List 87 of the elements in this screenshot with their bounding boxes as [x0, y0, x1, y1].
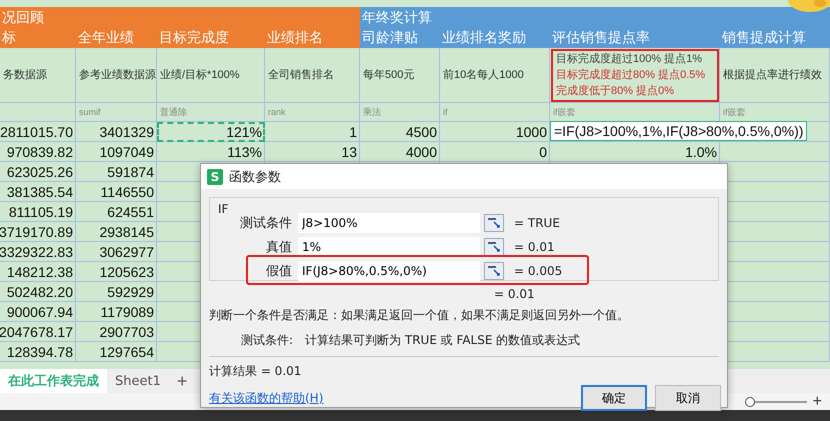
- table-cell: 128394.78: [0, 342, 76, 362]
- argument-help: 计算结果可判断为 TRUE 或 FALSE 的数值或表达式: [305, 332, 580, 349]
- argument-result: = TRUE: [514, 216, 560, 230]
- table-cell: 1146550: [76, 182, 157, 202]
- calculation-result: 计算结果 = 0.01: [209, 363, 302, 380]
- table-cell: 0: [440, 142, 550, 162]
- table-cell: 121%: [157, 122, 265, 142]
- table-cell: 3062977: [76, 242, 157, 262]
- function-name: IF: [218, 202, 228, 216]
- table-cell: 623025.26: [0, 162, 76, 182]
- description-line: 业绩/目标*100%: [160, 68, 240, 83]
- table-cell: 2811015.70: [0, 122, 76, 142]
- table-cell: 113%: [157, 142, 265, 162]
- collapse-dialog-icon[interactable]: [484, 238, 504, 256]
- formula-hint: if嵌套: [723, 106, 746, 118]
- table-cell: 3401329: [76, 122, 157, 142]
- sheet-tab[interactable]: Sheet1: [107, 369, 169, 393]
- description-line: 前10名每人1000: [443, 68, 524, 83]
- description-line: 目标完成度超过80% 提点0.5%: [556, 68, 706, 83]
- argument-label: 测试条件: [239, 214, 293, 232]
- argument-help-label: 测试条件:: [241, 332, 294, 349]
- formula-editor-cell[interactable]: =IF(J8>100%,1%,IF(J8>80%,0.5%,0%)): [550, 121, 808, 141]
- formula-hint: rank: [268, 107, 286, 117]
- argument-result: = 0.01: [514, 240, 555, 254]
- description-line: 完成度低于80% 提点0%: [556, 84, 674, 99]
- table-cell: 1.0%: [550, 142, 720, 162]
- argument-input[interactable]: 1%: [298, 236, 480, 256]
- table-cell: 1179089: [76, 302, 157, 322]
- column-header: 标: [0, 28, 76, 48]
- formula-hint: 普通除: [160, 106, 187, 118]
- table-cell: 4000: [360, 142, 440, 162]
- table-cell: 624551: [76, 202, 157, 222]
- argument-result: = 0.005: [514, 264, 562, 278]
- add-sheet-button[interactable]: +: [168, 369, 196, 393]
- column-header: 全年业绩: [76, 28, 157, 48]
- dialog-button[interactable]: 取消: [655, 385, 721, 411]
- column-header: 目标完成度: [157, 28, 265, 48]
- column-header: 销售提成计算: [720, 28, 830, 48]
- column-header: 评估销售提点率: [550, 28, 720, 48]
- description-line: 参考业绩数据源: [79, 68, 156, 83]
- description-line: 全司销售排名: [268, 68, 334, 83]
- formula-hint: if嵌套: [553, 106, 576, 118]
- zoom-in-button[interactable]: +: [812, 392, 822, 410]
- table-cell: 2938145: [76, 222, 157, 242]
- table-cell: 4500: [360, 122, 440, 142]
- argument-label: 真值: [265, 238, 293, 256]
- collapse-dialog-icon[interactable]: [484, 214, 504, 232]
- sticker-drawing: [788, 0, 830, 12]
- table-cell: 1297654: [76, 342, 157, 362]
- table-cell: 381385.54: [0, 182, 76, 202]
- argument-label: 假值: [265, 262, 293, 280]
- table-cell: 811105.19: [0, 202, 76, 222]
- formula-hint: sumif: [79, 107, 101, 117]
- formula-hint: 乘法: [363, 106, 381, 118]
- table-cell: 3719170.89: [0, 222, 76, 242]
- help-link[interactable]: 有关该函数的帮助(H): [209, 390, 573, 406]
- description-line: 目标完成度超过100% 提点1%: [556, 52, 702, 67]
- table-cell: 148212.38: [0, 262, 76, 282]
- function-result: = 0.01: [494, 287, 536, 303]
- collapse-dialog-icon[interactable]: [484, 262, 504, 280]
- function-description: 判断一个条件是否满足：如果满足返回一个值，如果不满足则返回另外一个值。: [209, 307, 630, 324]
- table-cell: 591874: [76, 162, 157, 182]
- table-cell: 970839.82: [0, 142, 76, 162]
- table-cell: 3329322.83: [0, 242, 76, 262]
- table-cell: 1: [265, 122, 360, 142]
- description-line: 根据提点率进行绩效: [723, 68, 822, 83]
- zoom-slider-thumb[interactable]: [744, 396, 755, 406]
- argument-input[interactable]: IF(J8>80%,0.5%,0%): [298, 260, 480, 280]
- table-cell: 2907703: [76, 322, 157, 342]
- dialog-button[interactable]: 确定: [581, 385, 647, 411]
- description-line: 务数据源: [3, 68, 47, 83]
- table-cell: 502482.20: [0, 282, 76, 302]
- group-header: 年终奖计算: [360, 7, 830, 28]
- table-cell: 900067.94: [0, 302, 76, 322]
- description-line: 每年500元: [363, 68, 414, 83]
- table-cell: 2047678.17: [0, 322, 76, 342]
- formula-hint: if: [443, 107, 448, 117]
- column-header: 业绩排名奖励: [440, 28, 550, 48]
- column-header: 业绩排名: [265, 28, 360, 48]
- group-header: 况回顾: [0, 7, 360, 28]
- table-cell: 1097049: [76, 142, 157, 162]
- table-cell: 1205623: [76, 262, 157, 282]
- table-cell: 592929: [76, 282, 157, 302]
- app-icon: S: [207, 168, 223, 184]
- column-header: 司龄津贴: [360, 28, 440, 48]
- table-cell: 13: [265, 142, 360, 162]
- dialog-title: 函数参数: [229, 168, 281, 186]
